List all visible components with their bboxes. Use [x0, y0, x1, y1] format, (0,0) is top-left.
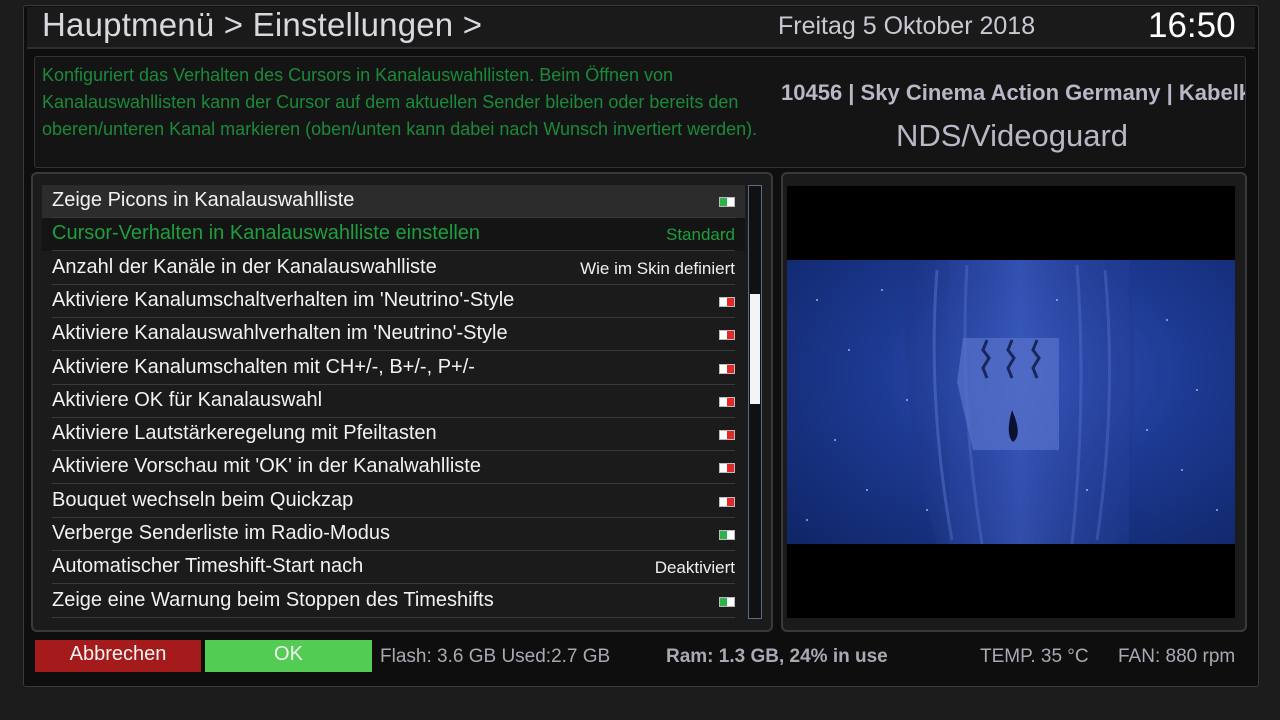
toggle-indicator [720, 531, 727, 539]
row-divider [52, 617, 735, 618]
toggle-off[interactable] [719, 397, 735, 407]
flash-status: Flash: 3.6 GB Used:2.7 GB [380, 646, 611, 667]
toggle-off[interactable] [719, 330, 735, 340]
toggle-indicator [720, 598, 727, 606]
encryption-label: NDS/Videoguard [895, 118, 1129, 153]
toggle-off[interactable] [719, 297, 735, 307]
setting-description: Konfiguriert das Verhalten des Cursors i… [42, 65, 758, 139]
video-preview [787, 186, 1235, 618]
toggle-indicator [720, 198, 727, 206]
setting-label: Aktiviere OK für Kanalauswahl [52, 389, 323, 411]
row-divider [52, 350, 735, 351]
setting-row[interactable]: Aktiviere Lautstärkeregelung mit Pfeilta… [42, 418, 745, 451]
setting-row[interactable]: Aktiviere OK für Kanalauswahl [42, 385, 745, 418]
setting-label: Verberge Senderliste im Radio-Modus [52, 522, 390, 544]
setting-value[interactable]: Standard [666, 225, 735, 245]
toggle-indicator [727, 331, 734, 339]
setting-label: Automatischer Timeshift-Start nach [52, 555, 364, 577]
scrollbar-thumb[interactable] [750, 294, 760, 404]
toggle-off[interactable] [719, 364, 735, 374]
setting-row[interactable]: Zeige Picons in Kanalauswahlliste [42, 185, 745, 218]
ok-button[interactable]: OK [205, 640, 372, 672]
toggle-off[interactable] [719, 497, 735, 507]
setting-label: Aktiviere Kanalauswahlverhalten im 'Neut… [52, 322, 508, 344]
setting-label: Cursor-Verhalten in Kanalauswahlliste ei… [52, 222, 481, 244]
clock: 16:50 [1148, 6, 1236, 45]
setting-row[interactable]: Automatischer Timeshift-Start nach Deakti… [42, 551, 745, 584]
scrollbar[interactable] [748, 185, 762, 619]
setting-label: Aktiviere Kanalumschalten mit CH+/-, B+/… [52, 356, 475, 378]
toggle-on[interactable] [719, 597, 735, 607]
setting-label: Aktiviere Kanalumschaltverhalten im 'Neu… [52, 289, 515, 311]
setting-row[interactable]: Cursor-Verhalten in Kanalauswahlliste ei… [42, 218, 745, 251]
setting-value[interactable]: Deaktiviert [655, 558, 735, 578]
setting-row[interactable]: Bouquet wechseln beim Quickzap [42, 485, 745, 518]
setting-row[interactable]: Anzahl der Kanäle in der Kanalauswahllis… [42, 252, 745, 285]
breadcrumb: Hauptmenü > Einstellungen > [42, 6, 483, 43]
toggle-indicator [727, 365, 734, 373]
toggle-indicator [727, 431, 734, 439]
setting-label: Bouquet wechseln beim Quickzap [52, 489, 354, 511]
toggle-off[interactable] [719, 430, 735, 440]
row-divider [52, 483, 735, 484]
row-divider [52, 250, 735, 251]
setting-label: Aktiviere Vorschau mit 'OK' in der Kanal… [52, 455, 481, 477]
temperature-status: TEMP. 35 °C [980, 646, 1089, 667]
setting-label: Aktiviere Lautstärkeregelung mit Pfeilta… [52, 422, 437, 444]
setting-label: Zeige eine Warnung beim Stoppen des Time… [52, 589, 494, 611]
toggle-indicator [727, 498, 734, 506]
toggle-on[interactable] [719, 197, 735, 207]
row-divider [52, 583, 735, 584]
toggle-indicator [727, 464, 734, 472]
setting-row[interactable]: Zeige eine Warnung beim Stoppen des Time… [42, 585, 745, 618]
video-frame [787, 260, 1235, 544]
toggle-on[interactable] [719, 530, 735, 540]
service-info: 10456 | Sky Cinema Action Germany | Kabe… [781, 80, 1245, 105]
setting-row[interactable]: Aktiviere Vorschau mit 'OK' in der Kanal… [42, 451, 745, 484]
tire-image [806, 260, 1218, 544]
toggle-off[interactable] [719, 463, 735, 473]
fan-status: FAN: 880 rpm [1118, 646, 1236, 667]
setting-value[interactable]: Wie im Skin definiert [580, 259, 735, 279]
setting-row[interactable]: Aktiviere Kanalumschalten mit CH+/-, B+/… [42, 352, 745, 385]
cancel-button[interactable]: Abbrechen [35, 640, 201, 672]
toggle-indicator [727, 298, 734, 306]
setting-row[interactable]: Aktiviere Kanalumschaltverhalten im 'Neu… [42, 285, 745, 318]
toggle-indicator [727, 398, 734, 406]
setting-label: Zeige Picons in Kanalauswahlliste [52, 189, 355, 211]
date-label: Freitag 5 Oktober 2018 [778, 12, 1036, 40]
setting-label: Anzahl der Kanäle in der Kanalauswahllis… [52, 256, 437, 278]
setting-row[interactable]: Verberge Senderliste im Radio-Modus [42, 518, 745, 551]
setting-row[interactable]: Aktiviere Kanalauswahlverhalten im 'Neut… [42, 318, 745, 351]
ram-status: Ram: 1.3 GB, 24% in use [666, 646, 888, 667]
